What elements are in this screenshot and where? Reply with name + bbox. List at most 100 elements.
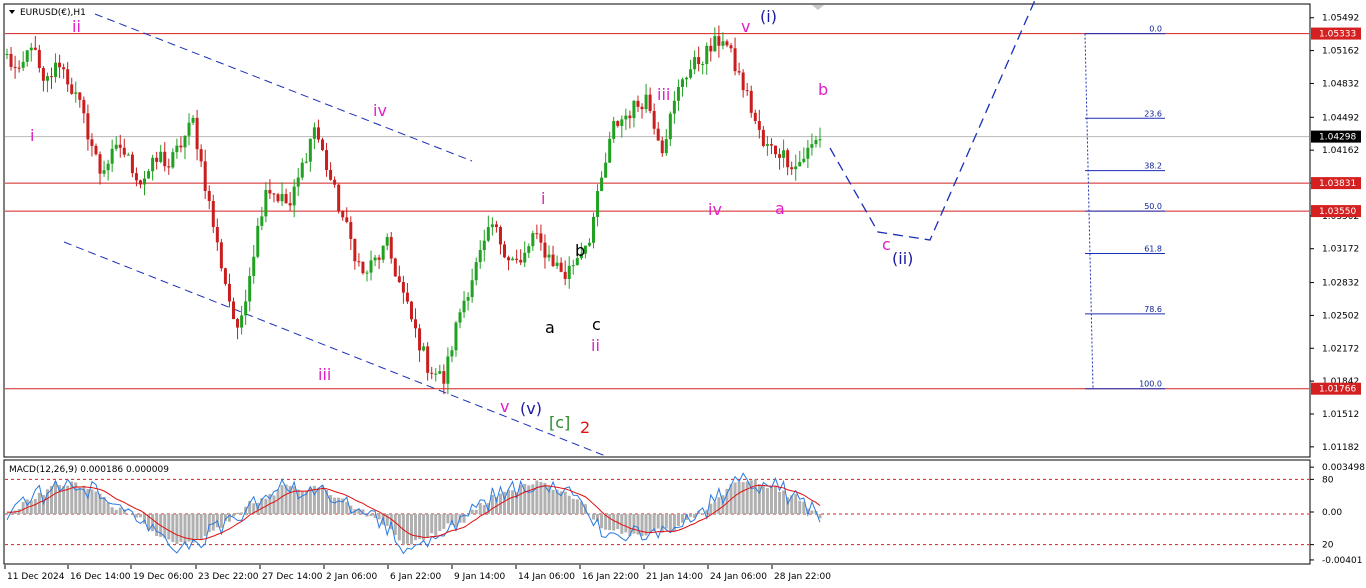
wave-label-15: v — [741, 17, 750, 36]
macd-histogram-bar — [114, 509, 118, 515]
candle-body — [320, 139, 324, 151]
candle-body — [652, 111, 656, 129]
macd-histogram-bar — [276, 489, 280, 515]
candle-body — [369, 260, 373, 273]
macd-histogram-bar — [183, 514, 187, 544]
macd-histogram-bar — [680, 514, 684, 523]
macd-histogram-bar — [810, 510, 814, 515]
macd-histogram-bar — [90, 489, 94, 515]
macd-histogram-bar — [430, 514, 434, 534]
candle-body — [308, 138, 312, 162]
candle-body — [29, 47, 33, 51]
macd-histogram-bar — [454, 514, 458, 528]
macd-histogram-bar — [203, 514, 207, 536]
y-tick-label: 1.01182 — [1322, 443, 1359, 453]
candle-body — [86, 113, 90, 140]
candle-body — [774, 145, 778, 155]
candle-body — [219, 242, 223, 269]
x-tick-label: 16 Dec 14:00 — [70, 572, 131, 582]
macd-y-tick-label: 0.00 — [1322, 508, 1342, 518]
macd-histogram-bar — [737, 481, 741, 515]
candle-body — [454, 322, 458, 351]
candle-body — [620, 119, 624, 126]
candle-body — [325, 150, 329, 171]
macd-histogram-bar — [393, 514, 397, 536]
macd-histogram-bar — [794, 494, 798, 515]
candle-body — [551, 254, 555, 267]
macd-pane[interactable] — [3, 459, 1311, 565]
wave-label-2: iv — [373, 101, 387, 120]
macd-histogram-bar — [236, 512, 240, 515]
macd-histogram-bar — [195, 514, 199, 541]
trading-chart[interactable]: 0.023.638.250.061.878.6100.0 iiiiviiiv (v… — [0, 0, 1366, 588]
candle-body — [33, 47, 37, 50]
candle-body — [632, 100, 636, 119]
fib-level-label: 38.2 — [1144, 162, 1162, 171]
candle-body — [227, 283, 231, 302]
candle-body — [143, 178, 147, 185]
candle-body — [248, 275, 252, 302]
candle-body — [70, 84, 74, 94]
candle-body — [252, 256, 256, 276]
wave-label-19: c — [882, 235, 891, 254]
fib-level-label: 0.0 — [1149, 25, 1162, 34]
macd-histogram-bar — [175, 514, 179, 544]
macd-histogram-bar — [163, 514, 167, 539]
macd-histogram-bar — [155, 514, 159, 537]
candle-body — [25, 50, 29, 62]
candle-body — [389, 237, 393, 259]
macd-histogram-bar — [187, 514, 191, 542]
candle-body — [21, 61, 25, 68]
macd-histogram-bar — [527, 485, 531, 515]
wave-label-16: (i) — [760, 7, 777, 26]
macd-histogram-bar — [535, 480, 539, 515]
macd-histogram-bar — [689, 514, 693, 517]
macd-histogram-bar — [329, 495, 333, 515]
candle-body — [790, 167, 794, 170]
macd-y-tick-label: 80 — [1322, 475, 1334, 485]
candle-body — [769, 144, 773, 146]
candle-body — [349, 222, 353, 239]
candle-body — [134, 173, 138, 181]
candle-body — [672, 100, 676, 114]
candle-body — [729, 45, 733, 49]
candle-body — [118, 144, 122, 148]
candle-body — [782, 150, 786, 158]
candle-body — [199, 149, 203, 162]
candle-body — [377, 257, 381, 260]
candle-body — [482, 240, 486, 251]
candle-body — [604, 162, 608, 178]
candle-body — [74, 92, 78, 94]
candle-body — [458, 312, 462, 323]
candle-body — [337, 184, 341, 212]
candle-body — [272, 193, 276, 195]
macd-histogram-bar — [676, 514, 680, 527]
candle-body — [300, 162, 304, 178]
macd-histogram-bar — [333, 497, 337, 515]
macd-histogram-bar — [757, 484, 761, 515]
macd-histogram-bar — [511, 490, 515, 515]
candle-body — [17, 67, 21, 69]
fib-level-label: 78.6 — [1144, 305, 1162, 314]
candle-body — [539, 233, 543, 243]
x-tick-label: 21 Jan 14:00 — [646, 572, 703, 582]
macd-histogram-bar — [426, 514, 430, 538]
candle-body — [571, 265, 575, 267]
candle-body — [523, 252, 527, 263]
macd-histogram-bar — [709, 503, 713, 515]
wave-label-18: b — [818, 80, 828, 99]
candle-body — [357, 261, 361, 263]
candle-body — [187, 122, 191, 136]
x-tick-label: 19 Dec 06:00 — [133, 572, 194, 582]
level-price-label: 1.05333 — [1319, 30, 1356, 40]
candle-body — [110, 148, 114, 164]
macd-histogram-bar — [337, 497, 341, 515]
candle-body — [600, 177, 604, 192]
macd-histogram-bar — [320, 485, 324, 515]
candle-body — [280, 194, 284, 202]
candle-body — [312, 127, 316, 139]
wave-label-11: c — [592, 315, 601, 334]
y-tick-label: 1.03172 — [1322, 245, 1359, 255]
candle-body — [559, 262, 563, 272]
candle-body — [644, 94, 648, 110]
